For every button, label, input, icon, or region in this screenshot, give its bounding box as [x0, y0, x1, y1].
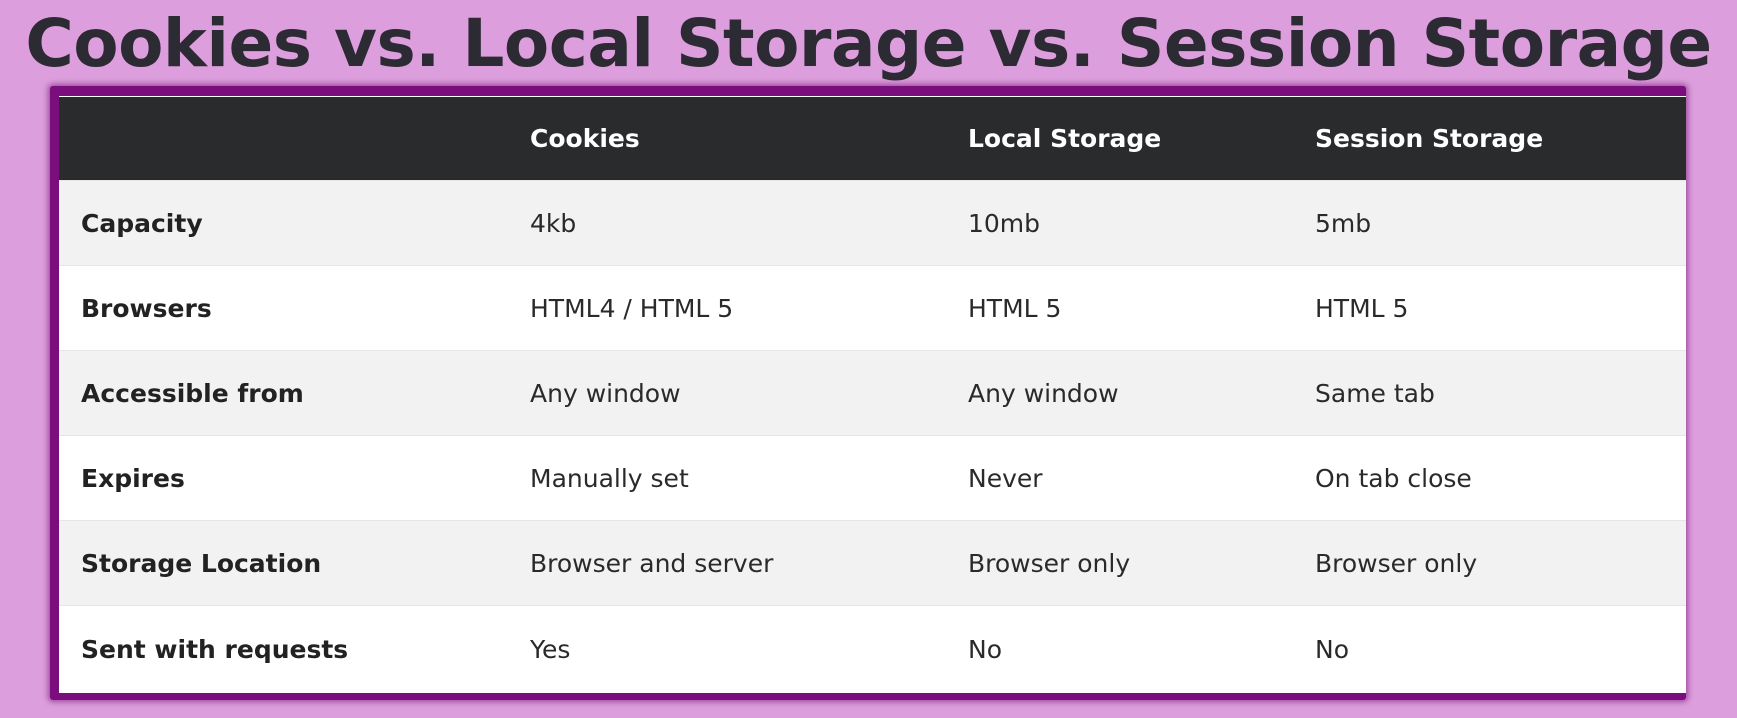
row-label: Browsers [81, 293, 212, 323]
table-row: Expires Manually set Never On tab close [59, 435, 1686, 520]
local-storage-cell: 10mb [968, 208, 1041, 238]
row-label: Sent with requests [81, 635, 349, 664]
cookies-cell: Any window [530, 378, 681, 408]
session-storage-cell: HTML 5 [1315, 293, 1409, 323]
cookies-cell: Manually set [530, 463, 689, 493]
session-storage-cell: Browser only [1315, 548, 1478, 578]
cookies-cell: Browser and server [530, 548, 774, 578]
cookies-cell: HTML4 / HTML 5 [530, 293, 734, 323]
cookies-cell: 4kb [530, 208, 577, 238]
comparison-table: Cookies Local Storage Session Storage Ca… [59, 96, 1686, 693]
header-cell-local-storage: Local Storage [968, 124, 1162, 153]
header-cell-session-storage: Session Storage [1315, 124, 1544, 153]
row-label: Storage Location [81, 548, 322, 578]
header-cell-cookies: Cookies [530, 124, 640, 153]
page-title: Cookies vs. Local Storage vs. Session St… [25, 5, 1712, 82]
row-label: Capacity [81, 208, 203, 238]
local-storage-cell: Browser only [968, 548, 1131, 578]
table-row: Storage Location Browser and server Brow… [59, 520, 1686, 605]
session-storage-cell: On tab close [1315, 463, 1472, 493]
table-row: Capacity 4kb 10mb 5mb [59, 180, 1686, 265]
local-storage-cell: Never [968, 463, 1043, 493]
table-row: Sent with requests Yes No No [59, 605, 1686, 693]
cookies-cell: Yes [530, 635, 571, 664]
row-label: Accessible from [81, 378, 304, 408]
local-storage-cell: HTML 5 [968, 293, 1062, 323]
local-storage-cell: No [968, 635, 1002, 664]
table-header-row: Cookies Local Storage Session Storage [59, 96, 1686, 180]
table-row: Browsers HTML4 / HTML 5 HTML 5 HTML 5 [59, 265, 1686, 350]
table-row: Accessible from Any window Any window Sa… [59, 350, 1686, 435]
session-storage-cell: 5mb [1315, 208, 1372, 238]
session-storage-cell: Same tab [1315, 378, 1435, 408]
row-label: Expires [81, 463, 185, 493]
local-storage-cell: Any window [968, 378, 1119, 408]
session-storage-cell: No [1315, 635, 1349, 664]
